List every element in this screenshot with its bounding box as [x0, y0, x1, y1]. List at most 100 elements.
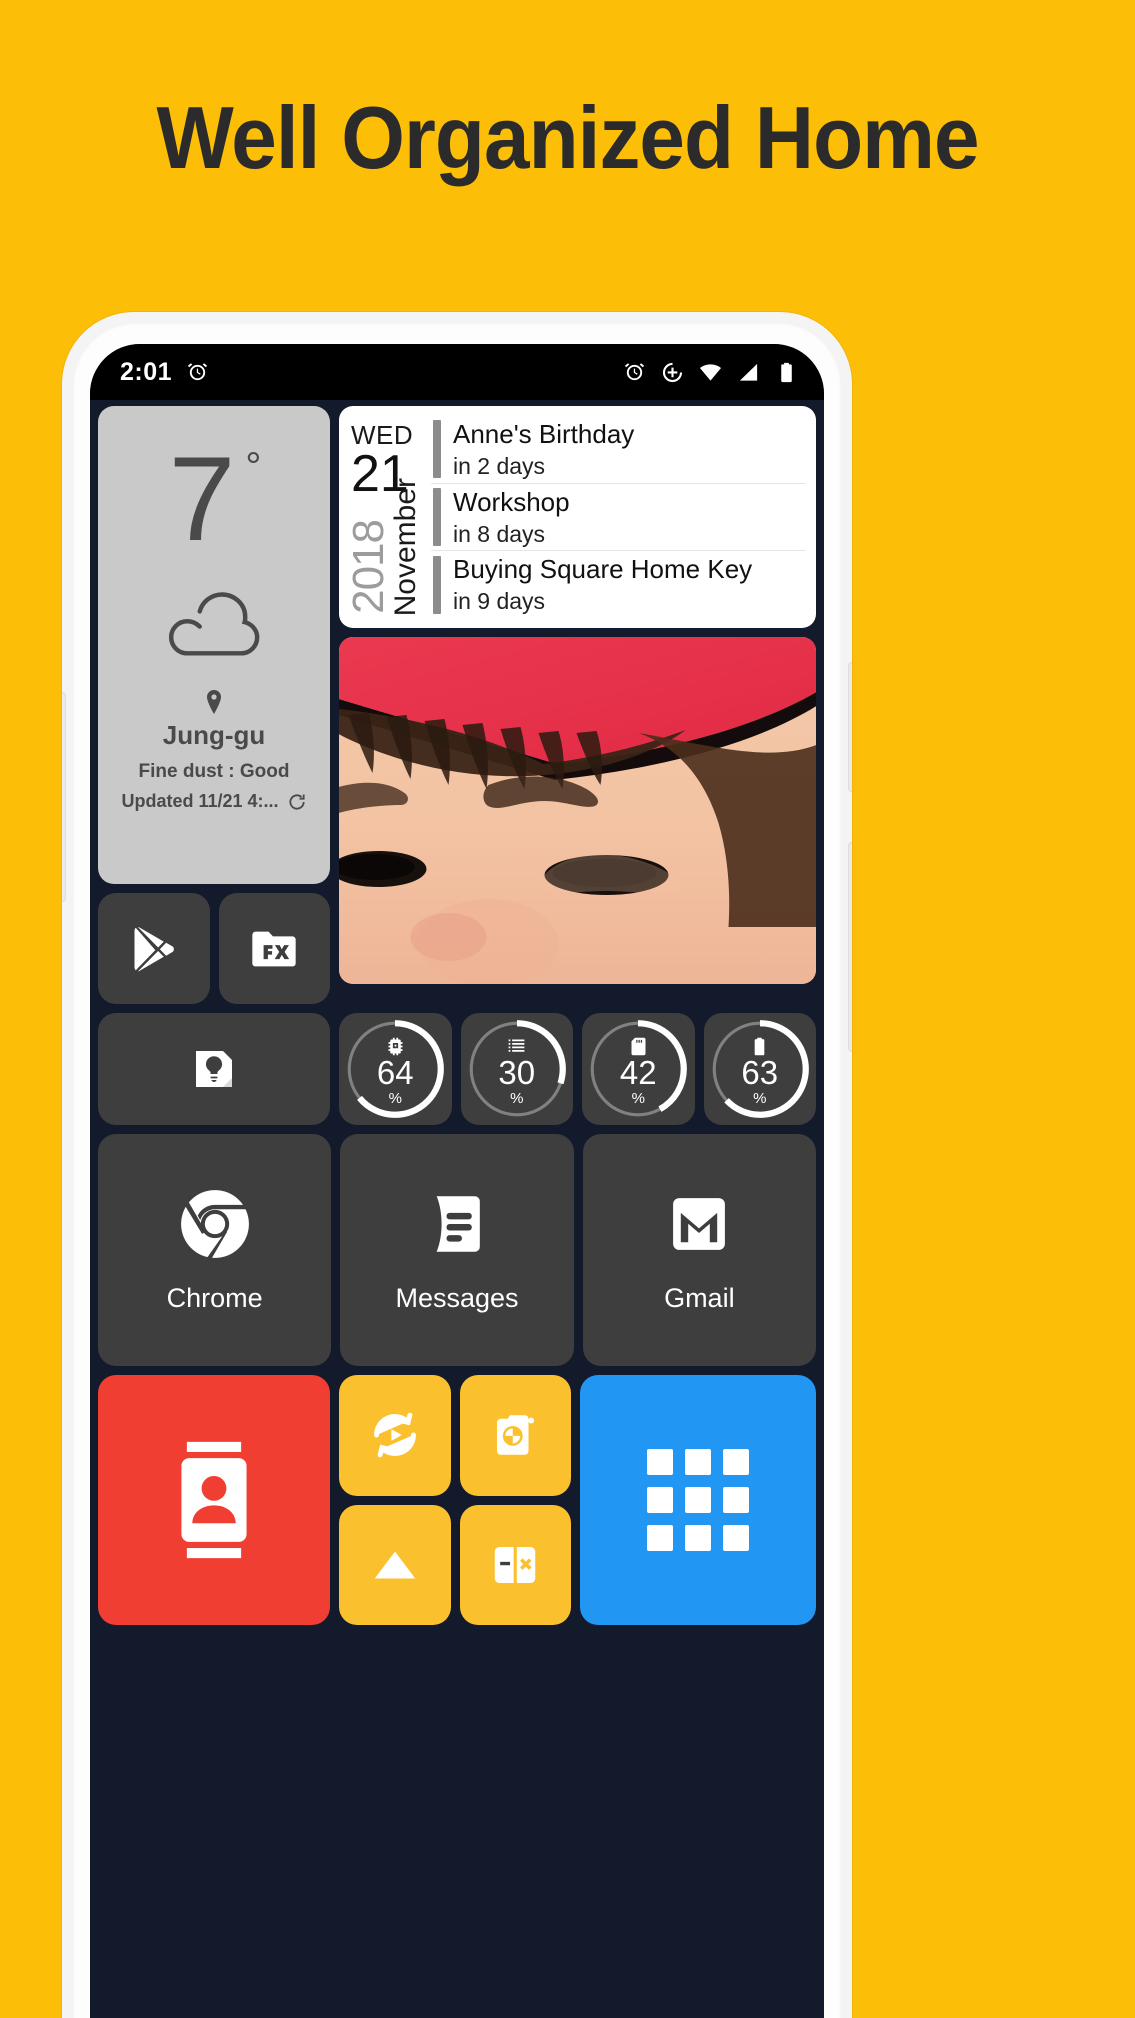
widget-row: 7 ° Jung-gu Fine dust : Good Updated 11/… — [98, 406, 816, 1004]
degree-symbol: ° — [245, 445, 261, 489]
status-bar: 2:01 — [90, 344, 824, 400]
chrome-tile[interactable]: Chrome — [98, 1134, 332, 1366]
ram-gauge-content: 30 % — [498, 1036, 535, 1106]
camera-tile[interactable] — [459, 1375, 571, 1496]
cpu-gauge-value: 64 — [376, 1054, 414, 1091]
rotate-play-tile[interactable] — [339, 1375, 451, 1496]
photo-widget[interactable] — [339, 637, 816, 984]
chrome-icon — [178, 1187, 252, 1261]
gmail-label: Gmail — [664, 1282, 735, 1313]
contacts-tile[interactable] — [98, 1375, 330, 1625]
weather-updated-text: Updated 11/21 4:... — [121, 791, 279, 811]
event-when: in 2 days — [453, 452, 546, 479]
messages-tile[interactable]: Messages — [340, 1134, 574, 1366]
calculator-tile[interactable] — [459, 1504, 571, 1625]
contacts-icon — [167, 1438, 261, 1562]
app-drawer-tile[interactable] — [580, 1375, 816, 1625]
calendar-event[interactable]: Buying Square Home Key in 9 days — [431, 551, 806, 618]
phone-volume-button-left[interactable] — [62, 692, 66, 902]
google-keep-icon — [190, 1045, 238, 1093]
event-when: in 9 days — [453, 588, 546, 615]
camera-icon — [488, 1408, 542, 1462]
app-drawer-grid-icon — [647, 1449, 749, 1551]
event-text: Workshop in 8 days — [453, 487, 570, 548]
status-bar-clock: 2:01 — [120, 357, 173, 386]
alarm-icon — [186, 361, 209, 384]
weather-temperature: 7 ° — [169, 439, 262, 559]
status-bar-right — [623, 361, 798, 384]
event-when: in 8 days — [453, 520, 546, 547]
calendar-date-block: WED 21 2018 November — [339, 416, 431, 618]
phone-mockup: 2:01 7 ° Jung-gu Fine dust: Good Update… — [62, 312, 852, 2018]
rotate-play-icon — [368, 1408, 422, 1462]
calendar-widget[interactable]: WED 21 2018 November Anne's Birthday in … — [339, 406, 816, 628]
refresh-icon[interactable] — [287, 792, 307, 812]
calendar-year: 2018 — [344, 520, 393, 614]
system-gauges: 64 % 30 % 42 % 63 % — [339, 1013, 816, 1125]
event-color-bar — [433, 555, 441, 614]
dock-mid-row-bottom — [339, 1504, 571, 1625]
gauge-row: 64 % 30 % 42 % 63 % — [98, 1013, 816, 1125]
battery-icon — [775, 361, 798, 384]
location-pin-icon — [205, 690, 223, 714]
battery-gauge[interactable]: 63 % — [703, 1013, 816, 1125]
calendar-month: November — [389, 477, 422, 616]
event-text: Anne's Birthday in 2 days — [453, 419, 634, 480]
fx-file-explorer-icon — [248, 923, 300, 975]
chrome-label: Chrome — [166, 1282, 263, 1313]
event-color-bar — [433, 488, 441, 546]
left-column: 7 ° Jung-gu Fine dust : Good Updated 11/… — [98, 406, 330, 1004]
right-column: WED 21 2018 November Anne's Birthday in … — [339, 406, 816, 1004]
weather-city: Jung-gu — [162, 720, 266, 750]
weather-widget[interactable]: 7 ° Jung-gu Fine dust : Good Updated 11/… — [98, 406, 330, 884]
arrow-up-tile[interactable] — [339, 1504, 451, 1625]
calendar-event-list: Anne's Birthday in 2 days Workshop in 8 … — [431, 416, 816, 618]
phone-power-button[interactable] — [848, 662, 852, 792]
cpu-gauge[interactable]: 64 % — [339, 1013, 452, 1125]
phone-volume-button-right[interactable] — [848, 842, 852, 1052]
battery-gauge-content: 63 % — [741, 1036, 778, 1106]
storage-gauge-value: 42 — [619, 1054, 657, 1091]
weather-updated: Updated 11/21 4:... — [121, 791, 306, 812]
battery-gauge-value: 63 — [741, 1054, 779, 1091]
status-bar-left: 2:01 — [120, 358, 209, 387]
dock-row — [98, 1375, 816, 1625]
ram-gauge[interactable]: 30 % — [460, 1013, 573, 1125]
calendar-event[interactable]: Workshop in 8 days — [431, 484, 806, 552]
event-title: Workshop — [453, 486, 570, 517]
signal-icon — [737, 361, 760, 384]
event-color-bar — [433, 420, 441, 479]
dock-mid-column — [339, 1375, 571, 1625]
app-shortcut-row: Chrome Messages Gmail — [98, 1134, 816, 1366]
event-title: Buying Square Home Key — [453, 554, 753, 585]
weather-temperature-value: 7 — [168, 432, 236, 566]
wifi-icon — [699, 361, 722, 384]
phone-screen: 2:01 7 ° Jung-gu Fine dust: Good Update… — [90, 344, 824, 2018]
calendar-event[interactable]: Anne's Birthday in 2 days — [431, 416, 806, 484]
quick-tile-row — [98, 893, 330, 1004]
event-title: Anne's Birthday — [453, 418, 635, 449]
ram-gauge-unit: % — [510, 1090, 524, 1107]
cpu-gauge-content: 64 % — [377, 1036, 414, 1106]
battery-gauge-unit: % — [753, 1090, 767, 1107]
ram-gauge-value: 30 — [498, 1054, 536, 1091]
messages-icon — [420, 1187, 494, 1261]
dock-mid-row-top — [339, 1375, 571, 1496]
messages-label: Messages — [395, 1282, 519, 1313]
page-title: Well Organized Home — [156, 88, 979, 187]
storage-gauge-content: 42 % — [620, 1036, 657, 1106]
google-keep-tile[interactable] — [98, 1013, 330, 1125]
storage-gauge[interactable]: 42 % — [582, 1013, 695, 1125]
event-text: Buying Square Home Key in 9 days — [453, 554, 752, 615]
play-store-icon — [128, 923, 180, 975]
home-screen: 7 ° Jung-gu Fine dust : Good Updated 11/… — [90, 400, 824, 2018]
child-photo — [339, 637, 816, 984]
play-store-tile[interactable] — [98, 893, 210, 1004]
cpu-gauge-unit: % — [388, 1090, 402, 1107]
gmail-tile[interactable]: Gmail — [582, 1134, 816, 1366]
calculator-icon — [488, 1538, 542, 1592]
alarm-icon — [623, 361, 646, 384]
cloud-icon — [160, 590, 268, 656]
fx-file-explorer-tile[interactable] — [218, 893, 330, 1004]
weather-fine-dust: Fine dust : Good — [138, 761, 290, 782]
